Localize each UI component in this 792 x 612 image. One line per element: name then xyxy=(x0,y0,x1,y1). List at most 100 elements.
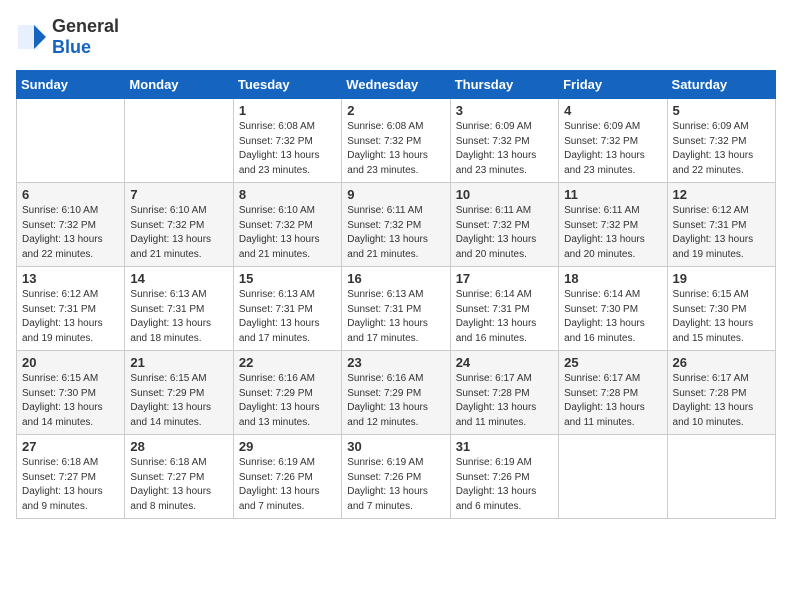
calendar-cell: 8 Sunrise: 6:10 AM Sunset: 7:32 PM Daylig… xyxy=(233,183,341,267)
day-number: 16 xyxy=(347,271,444,286)
day-number: 3 xyxy=(456,103,553,118)
header: GeneralBlue xyxy=(16,16,776,58)
calendar-cell: 22 Sunrise: 6:16 AM Sunset: 7:29 PM Dayli… xyxy=(233,351,341,435)
calendar-cell: 3 Sunrise: 6:09 AM Sunset: 7:32 PM Daylig… xyxy=(450,99,558,183)
day-number: 17 xyxy=(456,271,553,286)
day-info: Sunrise: 6:13 AM Sunset: 7:31 PM Dayligh… xyxy=(239,288,336,346)
calendar-cell: 9 Sunrise: 6:11 AM Sunset: 7:32 PM Daylig… xyxy=(342,183,450,267)
day-number: 23 xyxy=(347,355,444,370)
calendar-cell xyxy=(559,435,667,519)
day-info: Sunrise: 6:14 AM Sunset: 7:31 PM Dayligh… xyxy=(456,288,553,346)
day-info: Sunrise: 6:09 AM Sunset: 7:32 PM Dayligh… xyxy=(673,120,770,178)
calendar-cell: 10Sunrise: 6:11 AM Sunset: 7:32 PM Dayli… xyxy=(450,183,558,267)
day-number: 26 xyxy=(673,355,770,370)
calendar-week-row: 13Sunrise: 6:12 AM Sunset: 7:31 PM Dayli… xyxy=(17,267,776,351)
day-info: Sunrise: 6:12 AM Sunset: 7:31 PM Dayligh… xyxy=(22,288,119,346)
calendar-cell xyxy=(125,99,233,183)
day-info: Sunrise: 6:11 AM Sunset: 7:32 PM Dayligh… xyxy=(564,204,661,262)
calendar-cell: 12 Sunrise: 6:12 AM Sunset: 7:31 PM Dayli… xyxy=(667,183,775,267)
day-info: Sunrise: 6:14 AM Sunset: 7:30 PM Dayligh… xyxy=(564,288,661,346)
calendar-header-row: SundayMondayTuesdayWednesdayThursdayFrid… xyxy=(17,71,776,99)
day-info: Sunrise: 6:09 AM Sunset: 7:32 PM Dayligh… xyxy=(564,120,661,178)
day-number: 31 xyxy=(456,439,553,454)
day-info: Sunrise: 6:17 AM Sunset: 7:28 PM Dayligh… xyxy=(564,372,661,430)
day-number: 29 xyxy=(239,439,336,454)
day-number: 18 xyxy=(564,271,661,286)
day-info: Sunrise: 6:17 AM Sunset: 7:28 PM Dayligh… xyxy=(456,372,553,430)
day-info: Sunrise: 6:18 AM Sunset: 7:27 PM Dayligh… xyxy=(22,456,119,514)
calendar-week-row: 20 Sunrise: 6:15 AM Sunset: 7:30 PM Dayli… xyxy=(17,351,776,435)
calendar-cell: 27 Sunrise: 6:18 AM Sunset: 7:27 PM Dayli… xyxy=(17,435,125,519)
day-number: 25 xyxy=(564,355,661,370)
day-info: Sunrise: 6:15 AM Sunset: 7:30 PM Dayligh… xyxy=(673,288,770,346)
calendar-cell: 5 Sunrise: 6:09 AM Sunset: 7:32 PM Daylig… xyxy=(667,99,775,183)
logo-general-text: General xyxy=(52,16,119,36)
calendar-cell: 25 Sunrise: 6:17 AM Sunset: 7:28 PM Dayli… xyxy=(559,351,667,435)
calendar-cell: 4 Sunrise: 6:09 AM Sunset: 7:32 PM Daylig… xyxy=(559,99,667,183)
day-info: Sunrise: 6:19 AM Sunset: 7:26 PM Dayligh… xyxy=(456,456,553,514)
day-info: Sunrise: 6:13 AM Sunset: 7:31 PM Dayligh… xyxy=(347,288,444,346)
calendar-cell: 16 Sunrise: 6:13 AM Sunset: 7:31 PM Dayli… xyxy=(342,267,450,351)
day-number: 20 xyxy=(22,355,119,370)
calendar-cell: 19Sunrise: 6:15 AM Sunset: 7:30 PM Dayli… xyxy=(667,267,775,351)
day-number: 28 xyxy=(130,439,227,454)
day-number: 2 xyxy=(347,103,444,118)
calendar-cell xyxy=(667,435,775,519)
calendar-cell: 23 Sunrise: 6:16 AM Sunset: 7:29 PM Dayli… xyxy=(342,351,450,435)
day-info: Sunrise: 6:11 AM Sunset: 7:32 PM Dayligh… xyxy=(347,204,444,262)
day-info: Sunrise: 6:19 AM Sunset: 7:26 PM Dayligh… xyxy=(347,456,444,514)
calendar: SundayMondayTuesdayWednesdayThursdayFrid… xyxy=(16,70,776,519)
day-number: 9 xyxy=(347,187,444,202)
calendar-cell: 24 Sunrise: 6:17 AM Sunset: 7:28 PM Dayli… xyxy=(450,351,558,435)
calendar-cell: 28 Sunrise: 6:18 AM Sunset: 7:27 PM Dayli… xyxy=(125,435,233,519)
calendar-cell: 13Sunrise: 6:12 AM Sunset: 7:31 PM Dayli… xyxy=(17,267,125,351)
calendar-cell: 30 Sunrise: 6:19 AM Sunset: 7:26 PM Dayli… xyxy=(342,435,450,519)
day-number: 7 xyxy=(130,187,227,202)
calendar-cell: 26 Sunrise: 6:17 AM Sunset: 7:28 PM Dayli… xyxy=(667,351,775,435)
day-info: Sunrise: 6:10 AM Sunset: 7:32 PM Dayligh… xyxy=(239,204,336,262)
calendar-cell: 2 Sunrise: 6:08 AM Sunset: 7:32 PM Daylig… xyxy=(342,99,450,183)
day-number: 15 xyxy=(239,271,336,286)
logo-icon xyxy=(16,21,48,53)
day-info: Sunrise: 6:12 AM Sunset: 7:31 PM Dayligh… xyxy=(673,204,770,262)
day-number: 27 xyxy=(22,439,119,454)
day-info: Sunrise: 6:10 AM Sunset: 7:32 PM Dayligh… xyxy=(22,204,119,262)
calendar-cell: 6 Sunrise: 6:10 AM Sunset: 7:32 PM Daylig… xyxy=(17,183,125,267)
day-info: Sunrise: 6:08 AM Sunset: 7:32 PM Dayligh… xyxy=(347,120,444,178)
calendar-cell xyxy=(17,99,125,183)
day-info: Sunrise: 6:17 AM Sunset: 7:28 PM Dayligh… xyxy=(673,372,770,430)
day-info: Sunrise: 6:10 AM Sunset: 7:32 PM Dayligh… xyxy=(130,204,227,262)
calendar-cell: 14 Sunrise: 6:13 AM Sunset: 7:31 PM Dayli… xyxy=(125,267,233,351)
day-header-wednesday: Wednesday xyxy=(342,71,450,99)
day-info: Sunrise: 6:09 AM Sunset: 7:32 PM Dayligh… xyxy=(456,120,553,178)
day-info: Sunrise: 6:15 AM Sunset: 7:30 PM Dayligh… xyxy=(22,372,119,430)
day-number: 10 xyxy=(456,187,553,202)
day-header-friday: Friday xyxy=(559,71,667,99)
calendar-cell: 15 Sunrise: 6:13 AM Sunset: 7:31 PM Dayli… xyxy=(233,267,341,351)
day-number: 6 xyxy=(22,187,119,202)
calendar-cell: 21Sunrise: 6:15 AM Sunset: 7:29 PM Dayli… xyxy=(125,351,233,435)
day-number: 5 xyxy=(673,103,770,118)
day-number: 4 xyxy=(564,103,661,118)
day-header-monday: Monday xyxy=(125,71,233,99)
calendar-cell: 11Sunrise: 6:11 AM Sunset: 7:32 PM Dayli… xyxy=(559,183,667,267)
calendar-cell: 7 Sunrise: 6:10 AM Sunset: 7:32 PM Daylig… xyxy=(125,183,233,267)
day-info: Sunrise: 6:18 AM Sunset: 7:27 PM Dayligh… xyxy=(130,456,227,514)
day-number: 30 xyxy=(347,439,444,454)
day-header-sunday: Sunday xyxy=(17,71,125,99)
day-info: Sunrise: 6:16 AM Sunset: 7:29 PM Dayligh… xyxy=(347,372,444,430)
day-number: 12 xyxy=(673,187,770,202)
day-info: Sunrise: 6:13 AM Sunset: 7:31 PM Dayligh… xyxy=(130,288,227,346)
calendar-cell: 20 Sunrise: 6:15 AM Sunset: 7:30 PM Dayli… xyxy=(17,351,125,435)
calendar-week-row: 27 Sunrise: 6:18 AM Sunset: 7:27 PM Dayli… xyxy=(17,435,776,519)
day-number: 22 xyxy=(239,355,336,370)
day-number: 8 xyxy=(239,187,336,202)
day-number: 14 xyxy=(130,271,227,286)
calendar-cell: 31 Sunrise: 6:19 AM Sunset: 7:26 PM Dayli… xyxy=(450,435,558,519)
calendar-week-row: 6 Sunrise: 6:10 AM Sunset: 7:32 PM Daylig… xyxy=(17,183,776,267)
day-info: Sunrise: 6:15 AM Sunset: 7:29 PM Dayligh… xyxy=(130,372,227,430)
calendar-cell: 29Sunrise: 6:19 AM Sunset: 7:26 PM Dayli… xyxy=(233,435,341,519)
day-info: Sunrise: 6:16 AM Sunset: 7:29 PM Dayligh… xyxy=(239,372,336,430)
day-number: 24 xyxy=(456,355,553,370)
calendar-cell: 18 Sunrise: 6:14 AM Sunset: 7:30 PM Dayli… xyxy=(559,267,667,351)
